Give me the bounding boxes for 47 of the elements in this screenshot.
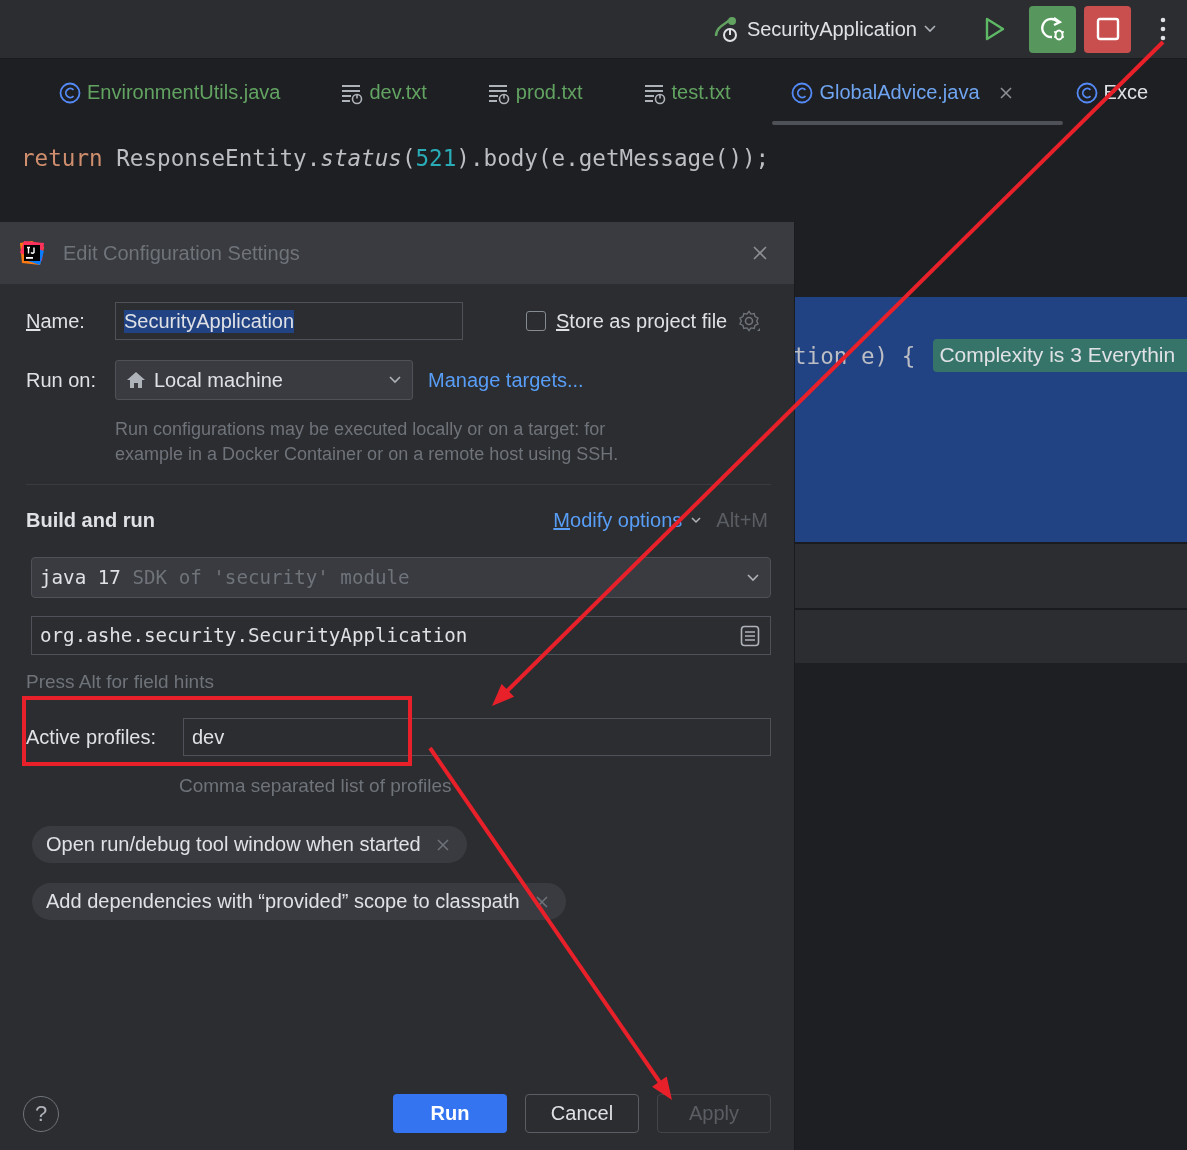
inlay-hint: Complexity is 3 Everythin xyxy=(933,339,1187,372)
field-label: Active profiles: xyxy=(26,725,158,749)
play-icon xyxy=(984,17,1006,41)
editor-tab[interactable]: prod.txt xyxy=(486,59,643,125)
field-label: Name: xyxy=(26,309,86,333)
rerun-debug-icon xyxy=(1038,15,1067,43)
remove-icon[interactable] xyxy=(535,895,548,908)
option-label: Add dependencies with “provided” scope to classpath xyxy=(46,890,520,913)
main-class-field[interactable]: org.ashe.security.SecurityApplication xyxy=(31,616,771,655)
editor-tab[interactable]: dev.txt xyxy=(340,59,487,125)
settings-icon[interactable] xyxy=(737,309,762,333)
active-profiles-field[interactable]: dev xyxy=(183,718,771,756)
dialog-title: Edit Configuration Settings xyxy=(63,241,301,265)
checkbox-label[interactable]: Store as project file xyxy=(556,309,728,333)
stop-button[interactable] xyxy=(1084,5,1131,53)
option-label: Open run/debug tool window when started xyxy=(46,833,421,856)
editor-tab[interactable]: test.txt xyxy=(642,59,791,125)
stop-icon xyxy=(1095,17,1120,41)
class-file-icon xyxy=(58,80,82,105)
chevron-down-icon[interactable] xyxy=(923,24,937,34)
field-label: Run on: xyxy=(26,368,98,392)
manage-targets-link[interactable]: Manage targets... xyxy=(428,368,584,392)
more-icon xyxy=(1160,17,1166,41)
chevron-down-icon xyxy=(746,572,760,583)
app-logo-icon xyxy=(18,239,46,267)
code-line: return ResponseEntity.status(521).body(e.getMessage()); xyxy=(20,144,771,173)
help-text: Press Alt for field hints xyxy=(26,670,215,694)
section-title: Build and run xyxy=(26,508,156,532)
editor-tab[interactable]: EnvironmentUtils.java xyxy=(58,59,341,125)
class-file-icon xyxy=(790,80,815,105)
close-icon[interactable] xyxy=(998,85,1013,100)
chevron-down-icon xyxy=(388,375,402,385)
name-field[interactable]: SecurityApplication xyxy=(115,302,463,340)
help-text: Run configurations may be executed locally or on a target: for example in a Docker Container or on a remote host using SSH. xyxy=(115,418,620,466)
rerun-debug-button[interactable] xyxy=(1029,5,1076,53)
close-icon[interactable] xyxy=(752,245,768,261)
jdk-dropdown[interactable]: java 17 SDK of 'security' module xyxy=(31,557,771,598)
browse-list-icon[interactable] xyxy=(740,624,760,647)
dialog-button[interactable]: Run xyxy=(393,1094,507,1133)
dialog-button[interactable]: Cancel xyxy=(525,1094,639,1133)
home-icon xyxy=(126,371,146,389)
checkbox[interactable] xyxy=(526,311,546,331)
class-file-icon xyxy=(1074,80,1099,105)
run-configuration-selector[interactable]: SecurityApplication xyxy=(746,17,917,41)
run-target-dropdown[interactable]: Local machine xyxy=(115,360,413,400)
help-text: Comma separated list of profiles xyxy=(179,774,453,798)
chevron-down-icon[interactable] xyxy=(690,516,703,524)
